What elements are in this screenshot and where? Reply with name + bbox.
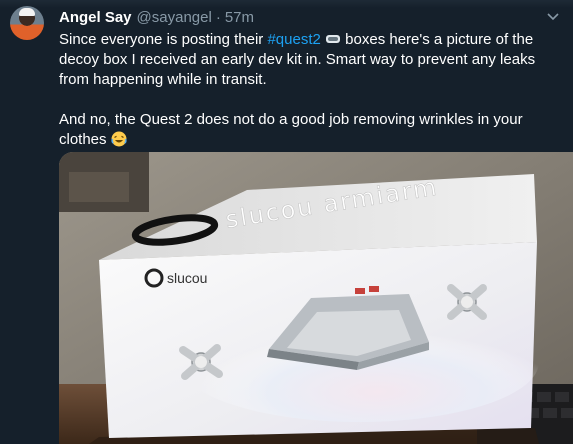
hashtag-link[interactable]: #quest2 (267, 31, 320, 48)
tweet-photo[interactable]: slucou armiarm slucou (59, 152, 573, 444)
author-name[interactable]: Angel Say (59, 9, 132, 26)
box-brand-small: slucou (167, 270, 207, 286)
headset-emoji-icon (325, 31, 341, 47)
separator-dot: · (215, 9, 221, 26)
tweet-paragraph-2: And no, the Quest 2 does not do a good j… (59, 110, 565, 150)
previous-tweet-fade (0, 0, 573, 8)
timestamp[interactable]: 57m (225, 9, 254, 26)
tweet-header: Angel Say @sayangel · 57m (59, 9, 254, 27)
avatar[interactable] (10, 6, 44, 40)
tweet-text-segment: And no, the Quest 2 does not do a good j… (59, 111, 523, 148)
hardhat-icon (19, 8, 35, 16)
tweet-text-segment: Since everyone is posting their (59, 31, 268, 48)
tweet-text: Since everyone is posting their #quest2 … (59, 30, 565, 150)
caret-down-icon[interactable] (545, 10, 561, 24)
laughing-emoji-icon (111, 131, 127, 147)
tweet-paragraph-1: Since everyone is posting their #quest2 … (59, 30, 565, 90)
shelf-items (69, 172, 129, 202)
author-handle[interactable]: @sayangel (137, 9, 212, 26)
